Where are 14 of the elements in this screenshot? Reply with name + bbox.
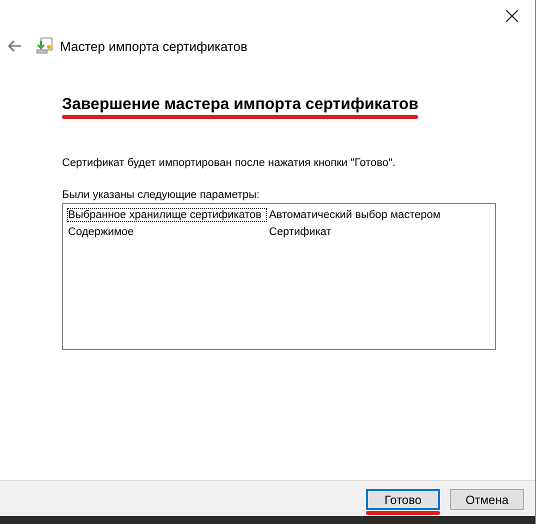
setting-name[interactable]: Выбранное хранилище сертификатов bbox=[67, 208, 267, 222]
window-title: Мастер импорта сертификатов bbox=[60, 38, 248, 54]
page-heading: Завершение мастера импорта сертификатов bbox=[62, 96, 418, 114]
dialog-button[interactable]: Отмена bbox=[450, 489, 524, 510]
dialog-button[interactable]: Готово bbox=[366, 489, 440, 510]
back-button[interactable] bbox=[8, 40, 22, 52]
setting-name[interactable]: Содержимое bbox=[67, 224, 267, 238]
setting-value: Автоматический выбор мастером bbox=[268, 208, 440, 220]
setting-value: Сертификат bbox=[268, 226, 332, 238]
back-arrow-icon bbox=[8, 40, 22, 52]
settings-label: Были указаны следующие параметры: bbox=[62, 189, 261, 201]
close-icon bbox=[505, 9, 519, 23]
intro-text: Сертификат будет импортирован после нажатия кнопки "Готово". bbox=[62, 157, 396, 169]
certificate-icon bbox=[36, 37, 54, 55]
